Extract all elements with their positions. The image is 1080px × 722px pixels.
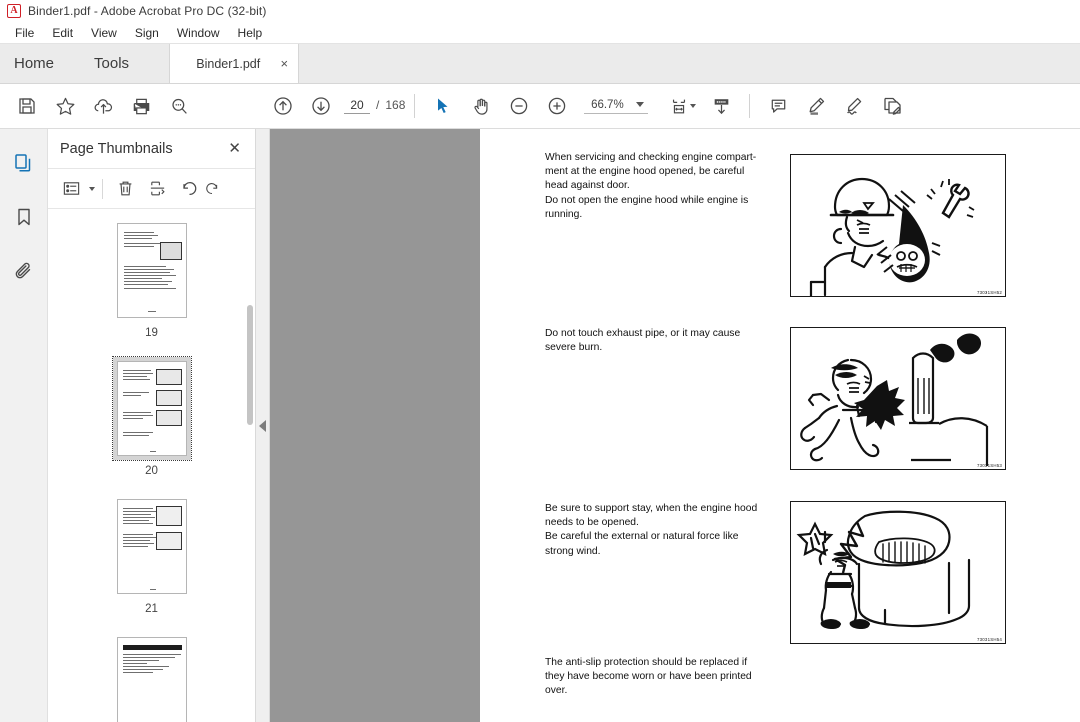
highlight-pen-icon[interactable] [797, 89, 835, 123]
collapse-sidebar-button[interactable] [256, 129, 270, 722]
tab-home[interactable]: Home [0, 44, 76, 83]
zoom-out-button[interactable] [500, 89, 538, 123]
list-options-icon[interactable] [56, 175, 86, 203]
request-signature-icon[interactable] [873, 89, 911, 123]
hand-tool-button[interactable] [462, 89, 500, 123]
doc-paragraph-1: When servicing and checking engine compa… [545, 152, 757, 220]
next-page-button[interactable] [302, 89, 340, 123]
figure-1-worker-hitting-head: . 73031SH52 [790, 154, 1006, 297]
zoom-level-selector[interactable]: 66.7% [584, 98, 649, 114]
app-body: Page Thumbnails ✕ 19 20 21 When servicin… [0, 129, 1080, 722]
current-page-input[interactable]: 20 [344, 98, 370, 114]
doc-paragraph-2: Do not touch exhaust pipe, or it may cau… [545, 328, 741, 354]
page-separator: / [376, 98, 380, 112]
tab-document-binder1[interactable]: Binder1.pdf × [169, 44, 300, 83]
panel-header: Page Thumbnails ✕ [48, 129, 255, 169]
figure-2-code: 73031SH53 [977, 463, 1002, 468]
thumbnail-item-22[interactable] [48, 633, 255, 722]
chevron-left-icon [259, 419, 266, 432]
thumbnail-preview [116, 223, 187, 318]
thumbnail-label: 19 [145, 327, 158, 339]
scroll-mode-button[interactable] [702, 89, 740, 123]
menu-view[interactable]: View [82, 24, 126, 42]
select-tool-button[interactable] [424, 89, 462, 123]
thumbnail-frame [113, 633, 191, 722]
figure-3-code: 73031SH54 [977, 637, 1002, 642]
thumbnail-item-19[interactable]: 19 [48, 219, 255, 357]
doc-paragraph-3: Be sure to support stay, when the engine… [545, 503, 758, 557]
previous-page-button[interactable] [264, 89, 302, 123]
star-icon[interactable] [46, 89, 84, 123]
navigation-rail [0, 129, 48, 722]
sidebar-item-attachments[interactable] [8, 255, 40, 287]
sidebar-item-page-thumbnails[interactable] [8, 147, 40, 179]
print-button[interactable] [122, 89, 160, 123]
thumbnail-item-21[interactable]: 21 [48, 495, 255, 633]
acrobat-window: A Binder1.pdf - Adobe Acrobat Pro DC (32… [0, 0, 1080, 722]
title-bar: A Binder1.pdf - Adobe Acrobat Pro DC (32… [0, 0, 1080, 22]
zoom-in-button[interactable] [538, 89, 576, 123]
doc-paragraph-4: The anti-slip protection should be repla… [545, 657, 752, 697]
comment-icon[interactable] [759, 89, 797, 123]
total-pages: 168 [385, 98, 406, 112]
close-icon[interactable]: ✕ [228, 141, 241, 156]
pdf-page: When servicing and checking engine compa… [480, 129, 1080, 722]
figure-2-hot-exhaust-pipe: 73031SH53 [790, 327, 1006, 470]
fit-page-dropdown[interactable] [690, 104, 697, 108]
save-button[interactable] [8, 89, 46, 123]
figure-1-code: 73031SH52 [977, 290, 1002, 295]
page-thumbnails-panel: Page Thumbnails ✕ 19 20 21 [48, 129, 256, 722]
chevron-down-icon [690, 104, 697, 108]
panel-toolbar-divider [102, 178, 103, 199]
thumbnail-preview [116, 637, 187, 722]
menu-edit[interactable]: Edit [43, 24, 82, 42]
menu-window[interactable]: Window [168, 24, 229, 42]
panel-title: Page Thumbnails [60, 140, 173, 157]
panel-toolbar [48, 169, 255, 209]
chevron-down-icon [636, 102, 645, 107]
menu-help[interactable]: Help [229, 24, 272, 42]
menu-file[interactable]: File [6, 24, 43, 42]
chevron-down-icon [89, 186, 95, 191]
rotate-counterclockwise-button[interactable] [174, 175, 204, 203]
document-viewer[interactable]: When servicing and checking engine compa… [270, 129, 1080, 722]
thumbnail-frame-selected [111, 356, 192, 461]
acrobat-logo-icon: A [7, 4, 21, 18]
sign-icon[interactable] [835, 89, 873, 123]
thumbnail-preview [116, 361, 187, 456]
window-title: Binder1.pdf - Adobe Acrobat Pro DC (32-b… [28, 4, 267, 18]
upload-cloud-icon[interactable] [84, 89, 122, 123]
list-options-dropdown[interactable] [89, 186, 95, 191]
toolbar-divider-2 [749, 94, 751, 118]
thumbnail-list[interactable]: 19 20 21 [48, 209, 255, 722]
figure-3-hood-falling: 73031SH54 [790, 501, 1006, 644]
thumbnail-scrollbar[interactable] [247, 305, 253, 425]
thumbnail-label: 20 [145, 465, 158, 477]
tab-strip: Home Tools Binder1.pdf × [0, 44, 1080, 84]
thumbnail-frame [113, 219, 191, 322]
tab-document-label: Binder1.pdf [196, 56, 261, 71]
search-icon[interactable] [160, 89, 198, 123]
close-icon[interactable]: × [272, 56, 288, 71]
toolbar-divider-1 [414, 94, 416, 118]
page-navigation: 20 / 168 [344, 98, 405, 114]
thumbnail-preview [116, 499, 187, 594]
rotate-clockwise-button[interactable] [206, 175, 220, 203]
menu-sign[interactable]: Sign [126, 24, 168, 42]
main-toolbar: 20 / 168 66.7% [0, 84, 1080, 129]
thumbnail-frame [113, 495, 191, 598]
zoom-level-value: 66.7% [591, 98, 624, 111]
thumbnail-label: 21 [145, 603, 158, 615]
delete-pages-button[interactable] [110, 175, 140, 203]
sidebar-item-bookmarks[interactable] [8, 201, 40, 233]
menu-bar: File Edit View Sign Window Help [0, 22, 1080, 44]
fit-page-button[interactable] [666, 89, 692, 123]
thumbnail-item-20[interactable]: 20 [48, 356, 255, 495]
extract-pages-button[interactable] [142, 175, 172, 203]
tab-tools[interactable]: Tools [76, 44, 147, 83]
